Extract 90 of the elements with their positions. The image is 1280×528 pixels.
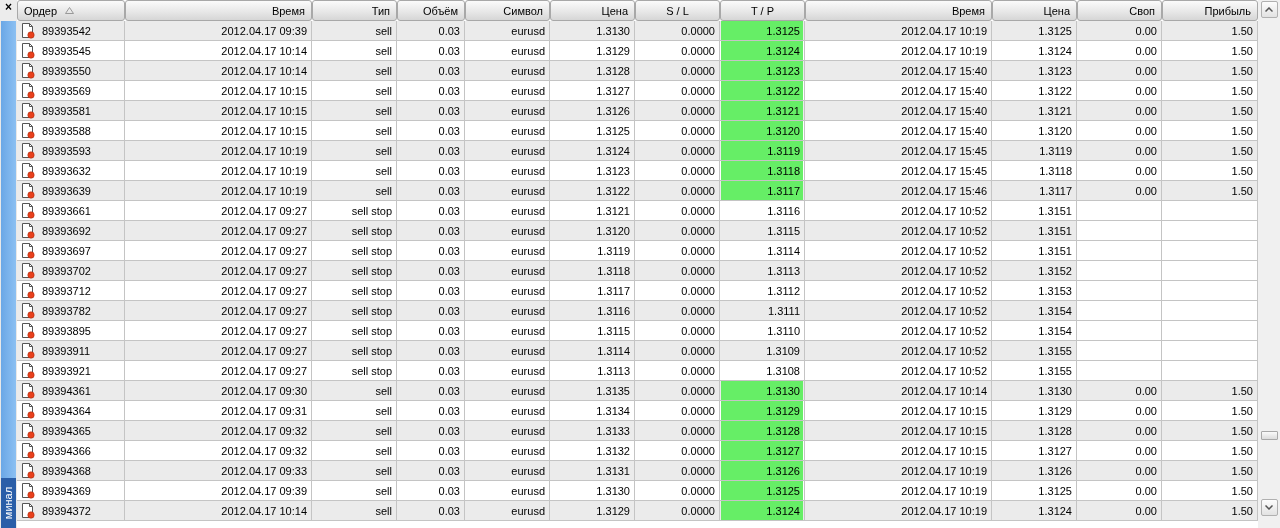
sort-arrow-icon <box>65 7 75 14</box>
table-cell: 1.3122 <box>721 81 803 100</box>
document-icon <box>20 502 36 519</box>
table-cell: eurusd <box>465 501 550 521</box>
order-number: 89393712 <box>42 284 91 297</box>
close-button[interactable]: × <box>0 0 17 21</box>
table-cell: 1.3120 <box>721 121 803 140</box>
table-cell-text: 1.3113 <box>766 263 801 279</box>
table-cell: 1.3128 <box>721 421 803 440</box>
column-header[interactable]: T / P <box>720 0 805 21</box>
table-cell-text: 1.3111 <box>767 303 801 319</box>
column-header[interactable]: Время <box>125 0 312 21</box>
table-cell: 0.0000 <box>635 501 720 521</box>
column-header[interactable]: Время <box>805 0 992 21</box>
document-icon <box>20 62 36 79</box>
order-number: 89393702 <box>42 264 91 277</box>
document-icon <box>20 382 36 399</box>
order-number: 89393782 <box>42 304 91 317</box>
document-icon <box>20 182 36 199</box>
document-icon <box>20 222 36 239</box>
document-icon <box>20 102 36 119</box>
table-cell: 1.3125 <box>721 481 803 500</box>
order-number: 89393588 <box>42 124 91 137</box>
table-cell: sell <box>312 501 397 521</box>
table-cell: 0.00 <box>1077 501 1162 521</box>
table-cell: 2012.04.17 10:19 <box>805 501 992 521</box>
order-number: 89394368 <box>42 464 91 477</box>
document-icon <box>20 262 36 279</box>
document-icon <box>20 422 36 439</box>
order-number: 89394361 <box>42 384 91 397</box>
order-number: 89393921 <box>42 364 91 377</box>
order-number: 89393593 <box>42 144 91 157</box>
column-header[interactable]: Цена <box>992 0 1077 21</box>
order-number: 89394372 <box>42 504 91 517</box>
scroll-down-button[interactable] <box>1260 499 1278 517</box>
column-header[interactable]: Объём <box>397 0 465 21</box>
table-cell: 1.3129 <box>721 401 803 420</box>
table-cell: 1.3121 <box>721 101 803 120</box>
column-header[interactable]: Прибыль <box>1162 0 1258 21</box>
document-icon <box>20 302 36 319</box>
order-number: 89393545 <box>42 44 91 57</box>
order-number: 89393581 <box>42 104 91 117</box>
column-header[interactable]: Ордер <box>17 0 125 21</box>
column-header[interactable]: S / L <box>635 0 720 21</box>
order-number: 89393632 <box>42 164 91 177</box>
document-icon <box>20 342 36 359</box>
table-cell: 1.3129 <box>550 501 635 521</box>
order-number: 89393542 <box>42 24 91 37</box>
document-icon <box>20 22 36 39</box>
order-number: 89393569 <box>42 84 91 97</box>
table-cell-text: 1.3112 <box>766 283 801 299</box>
table-cell: 1.3124 <box>721 501 803 520</box>
table-cell-text: 1.3116 <box>766 203 801 219</box>
scroll-thumb[interactable] <box>1260 431 1278 441</box>
column-header[interactable]: Символ <box>465 0 550 21</box>
order-number: 89393692 <box>42 224 91 237</box>
order-number: 89393550 <box>42 64 91 77</box>
table-cell: 1.3127 <box>721 441 803 460</box>
column-header[interactable]: Тип <box>312 0 397 21</box>
table-cell: 1.3124 <box>992 501 1077 521</box>
table-cell-text: 1.3108 <box>765 363 801 379</box>
order-number: 89394369 <box>42 484 91 497</box>
order-number: 89393697 <box>42 244 91 257</box>
order-number: 89394364 <box>42 404 91 417</box>
table-cell-text: 1.3114 <box>766 243 801 259</box>
table-cell: 1.3118 <box>721 161 803 180</box>
table-cell: 1.3126 <box>721 461 803 480</box>
table-cell: 1.3124 <box>721 41 803 60</box>
table-cell-text: 1.3110 <box>766 323 801 339</box>
document-icon <box>20 142 36 159</box>
order-number: 89394365 <box>42 424 91 437</box>
table-cell: 1.3119 <box>721 141 803 160</box>
table-cell: 1.3130 <box>721 381 803 400</box>
order-number: 89393895 <box>42 324 91 337</box>
table-cell: 1.3117 <box>721 181 803 200</box>
table-cell: 1.3123 <box>721 61 803 80</box>
order-number: 89394366 <box>42 444 91 457</box>
table-cell: 1.3125 <box>721 21 803 40</box>
side-panel-tab[interactable]: минал <box>1 478 16 528</box>
table-cell-text: 1.3109 <box>765 343 801 359</box>
order-number: 89393639 <box>42 184 91 197</box>
scroll-up-button[interactable] <box>1260 1 1278 18</box>
order-number: 89393911 <box>42 344 91 357</box>
column-header[interactable]: Своп <box>1077 0 1162 21</box>
table-cell: 0.03 <box>397 501 465 521</box>
order-number: 89393661 <box>42 204 91 217</box>
document-icon <box>20 462 36 479</box>
table-cell-text: 1.3115 <box>766 223 801 239</box>
column-header[interactable]: Цена <box>550 0 635 21</box>
table-cell: 2012.04.17 10:14 <box>125 501 312 521</box>
